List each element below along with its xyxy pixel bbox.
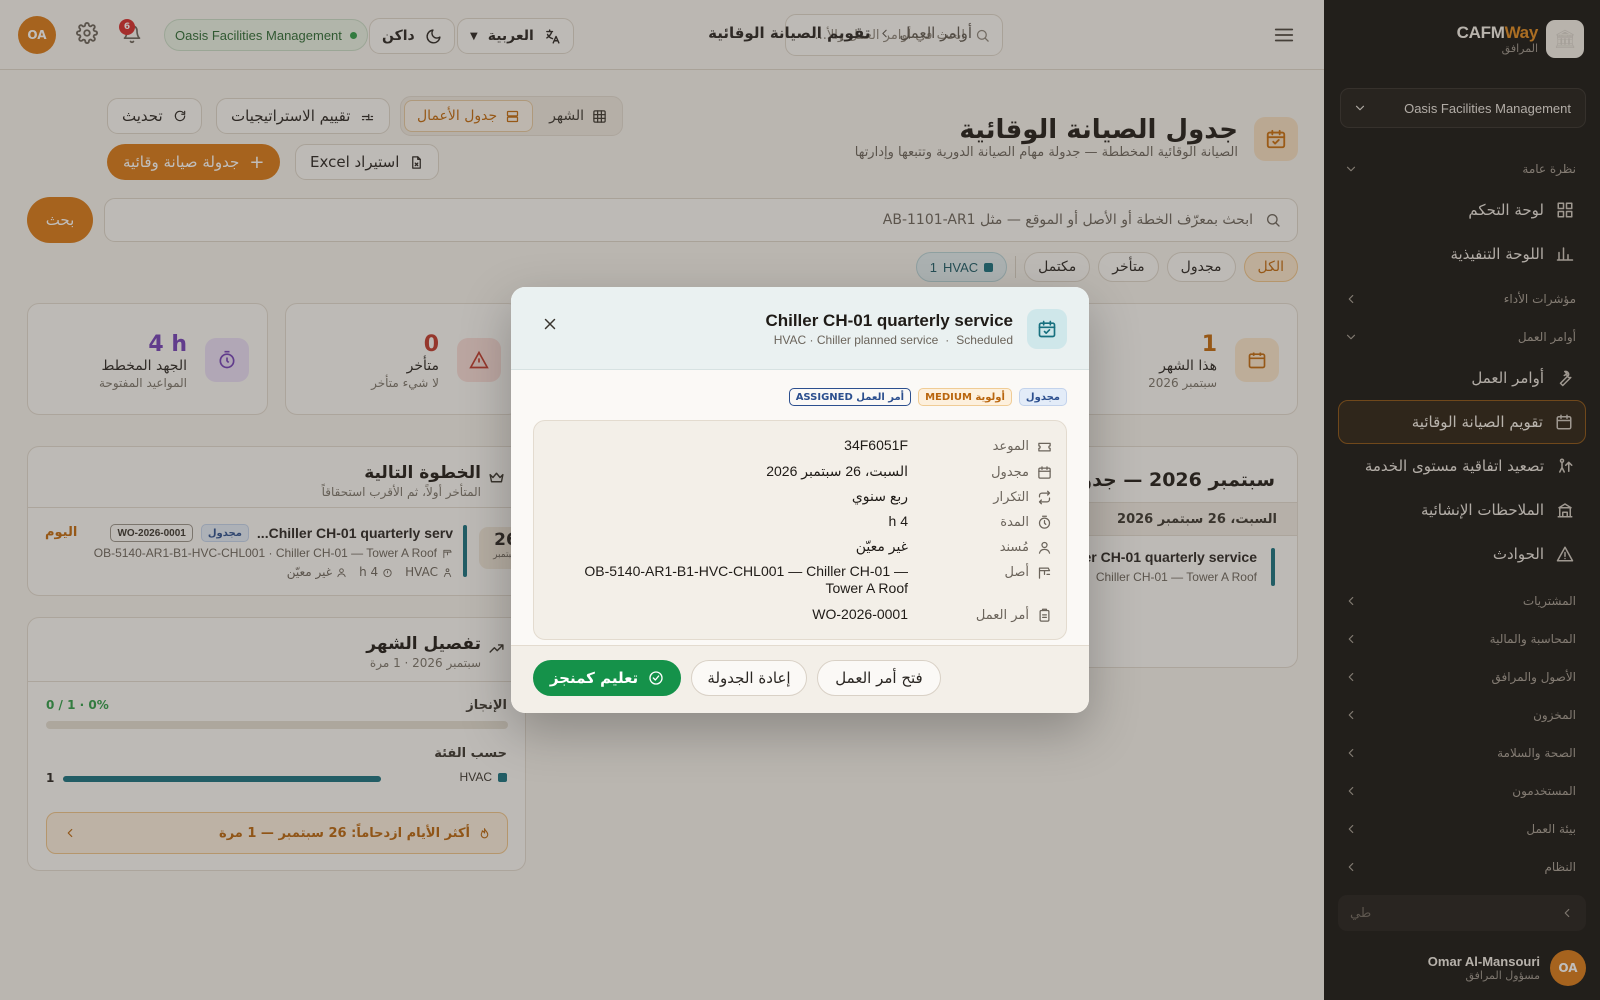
detail-row: مجدول السبت، 26 سبتمبر 2026 bbox=[534, 463, 1068, 481]
detail-label-text: الموعد bbox=[992, 438, 1029, 454]
ticket-icon bbox=[1037, 439, 1052, 454]
modal-header: Chiller CH-01 quarterly service HVAC · C… bbox=[511, 287, 1089, 370]
wo-status-badge: أمر العمل ASSIGNED bbox=[788, 388, 912, 406]
detail-label: أمر العمل bbox=[908, 606, 1068, 624]
detail-row: المدة 4 h bbox=[534, 513, 1068, 531]
detail-value: 34F6051F bbox=[844, 437, 908, 453]
detail-value: السبت، 26 سبتمبر 2026 bbox=[766, 463, 908, 479]
check-circle-icon bbox=[648, 670, 664, 686]
details-box: الموعد 34F6051F مجدول السبت، 26 سبتمبر 202… bbox=[533, 420, 1067, 640]
detail-label-text: مُسند bbox=[999, 539, 1029, 555]
calendar-check-icon bbox=[1027, 309, 1067, 349]
mark-done-button[interactable]: تعليم كمنجز bbox=[533, 660, 681, 696]
repeat-icon bbox=[1037, 490, 1052, 505]
close-icon[interactable] bbox=[541, 315, 559, 333]
detail-label: الموعد bbox=[908, 437, 1068, 455]
modal-subtitle-separator: · bbox=[945, 333, 950, 347]
pm-detail-modal: Chiller CH-01 quarterly service HVAC · C… bbox=[511, 287, 1089, 713]
detail-row: التكرار ربع سنوي bbox=[534, 488, 1068, 506]
detail-label-text: أمر العمل bbox=[975, 607, 1029, 623]
detail-value: WO-2026-0001 bbox=[812, 606, 908, 622]
modal-subtitle-status: Scheduled bbox=[956, 333, 1013, 347]
detail-row: مُسند غير معيّن bbox=[534, 538, 1068, 556]
priority-badge: أولوية MEDIUM bbox=[918, 388, 1012, 406]
open-wo-button[interactable]: فتح أمر العمل bbox=[817, 660, 941, 696]
detail-row: الموعد 34F6051F bbox=[534, 437, 1068, 455]
detail-row: أصل OB-5140-AR1-B1-HVC-CHL001 — Chiller C… bbox=[534, 563, 1068, 597]
user-icon bbox=[1037, 540, 1052, 555]
detail-value: ربع سنوي bbox=[851, 488, 908, 504]
modal-footer: تعليم كمنجز إعادة الجدولة فتح أمر العمل bbox=[511, 645, 1089, 713]
detail-label-text: المدة bbox=[1000, 514, 1029, 530]
timer-icon bbox=[1037, 515, 1052, 530]
detail-value: 4 h bbox=[888, 513, 908, 529]
reschedule-button[interactable]: إعادة الجدولة bbox=[691, 660, 807, 696]
mark-done-label: تعليم كمنجز bbox=[549, 669, 639, 687]
modal-title: Chiller CH-01 quarterly service bbox=[765, 311, 1013, 330]
detail-value: OB-5140-AR1-B1-HVC-CHL001 — Chiller CH-0… bbox=[584, 563, 908, 596]
detail-label: المدة bbox=[908, 513, 1068, 531]
clipboard-icon bbox=[1037, 608, 1052, 623]
crane-icon bbox=[1037, 565, 1052, 580]
detail-label: مُسند bbox=[908, 538, 1068, 556]
modal-badges: مجدول أولوية MEDIUM أمر العمل ASSIGNED bbox=[788, 388, 1067, 406]
detail-label-text: التكرار bbox=[993, 489, 1029, 505]
calendar-icon bbox=[1037, 465, 1052, 480]
detail-label: أصل bbox=[908, 563, 1068, 581]
modal-subtitle: HVAC · Chiller planned service · Scheduled bbox=[774, 333, 1013, 347]
detail-label-text: أصل bbox=[1004, 564, 1030, 580]
detail-value: غير معيّن bbox=[855, 538, 908, 554]
detail-label-text: مجدول bbox=[991, 464, 1029, 480]
modal-subtitle-category: HVAC · Chiller planned service bbox=[773, 333, 939, 347]
detail-label: التكرار bbox=[908, 488, 1068, 506]
detail-label: مجدول bbox=[908, 463, 1068, 481]
status-badge: مجدول bbox=[1018, 388, 1067, 406]
detail-row: أمر العمل WO-2026-0001 bbox=[534, 606, 1068, 624]
